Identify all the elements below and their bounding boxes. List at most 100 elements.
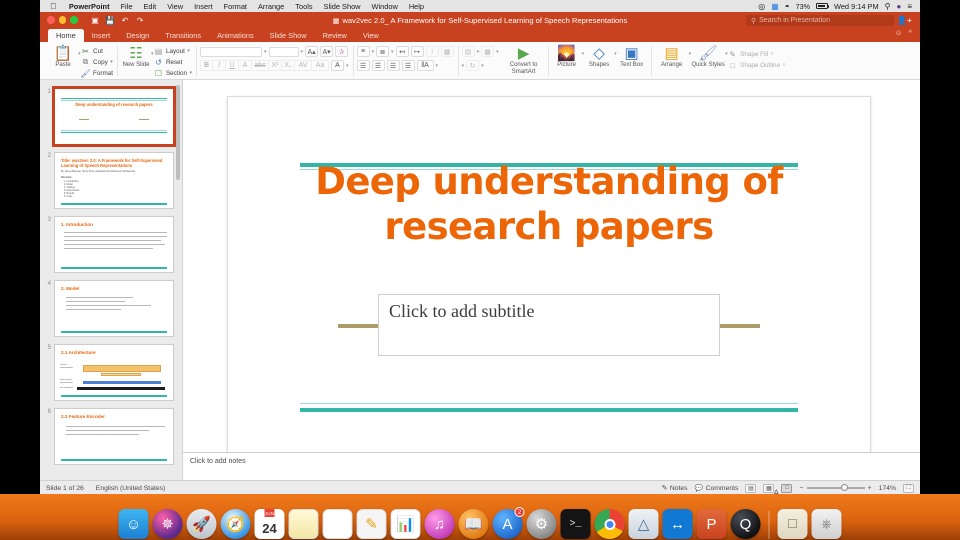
slide-thumbnail-panel[interactable]: 1 Deep understanding of research papers … — [40, 80, 183, 480]
menu-insert[interactable]: Insert — [189, 2, 218, 11]
align-center-button[interactable]: ☰ — [371, 60, 385, 71]
dock-item-ibooks[interactable]: 📖 — [458, 509, 489, 539]
dock-item-downloads-folder[interactable]: ☐ — [777, 509, 808, 539]
tab-review[interactable]: Review — [315, 29, 355, 42]
menu-file[interactable]: File — [115, 2, 138, 11]
airplay-icon[interactable]: ◎ — [758, 2, 765, 11]
font-name-chevron-down-icon[interactable]: ▾ — [264, 49, 267, 55]
justify-button[interactable]: ☰ — [401, 60, 415, 71]
tab-design[interactable]: Design — [118, 29, 157, 42]
line-spacing-button[interactable]: ↕ — [425, 46, 439, 57]
share-person-icon[interactable]: 👤+ — [896, 15, 912, 26]
spotlight-search-icon[interactable]: ⚲ — [885, 2, 891, 11]
dock-item-notes[interactable] — [288, 509, 319, 539]
zoom-track[interactable] — [806, 484, 865, 492]
dock-item-numbers[interactable]: 📊 — [390, 509, 421, 539]
dock-item-system-preferences[interactable]: ⚙ — [526, 509, 557, 539]
underline-button[interactable]: U — [226, 60, 240, 71]
align-text-button[interactable]: ▤ — [461, 46, 475, 57]
slide-title-placeholder[interactable]: Deep understanding of research papers — [268, 159, 830, 249]
thumbnail-canvas[interactable]: 1. Introduction — [54, 215, 174, 273]
decrease-indent-button[interactable]: ↤ — [395, 46, 409, 57]
dock-item-trash[interactable]: ⎈ — [811, 509, 842, 539]
siri-icon[interactable]: ● — [896, 2, 901, 11]
minimize-button[interactable] — [58, 16, 66, 24]
font-color-chevron-down-icon[interactable]: ▾ — [346, 63, 349, 69]
cut-button[interactable]: ✂ Cut — [81, 46, 113, 56]
shape-outline-button[interactable]: □ Shape Outline ▾ — [728, 60, 785, 70]
zoom-level-label[interactable]: 174% — [879, 485, 896, 492]
clear-formatting-icon[interactable]: ✰ — [335, 46, 349, 57]
grow-font-button[interactable]: A▴ — [305, 46, 319, 57]
normal-view-icon[interactable]: ▤ — [745, 483, 757, 493]
thumbnail-item-2[interactable]: 2 Title: wav2vec 2.0: A Framework for Se… — [40, 148, 182, 212]
layout-button[interactable]: ▤ Layout ▾ — [153, 46, 192, 56]
search-in-presentation-field[interactable]: ⚲ Search in Presentation — [746, 15, 894, 26]
font-size-chevron-down-icon[interactable]: ▾ — [301, 49, 304, 55]
menu-edit[interactable]: Edit — [138, 2, 162, 11]
tab-home[interactable]: Home — [48, 29, 84, 42]
format-painter-button[interactable]: 🖌 Format — [81, 68, 113, 78]
dock-item-powerpoint[interactable]: P — [696, 509, 727, 539]
notes-pane[interactable]: Click to add notes — [183, 452, 920, 480]
numbered-list-chevron-down-icon[interactable]: ▾ — [391, 49, 394, 55]
notes-toggle-button[interactable]: ✎ Notes — [662, 484, 688, 493]
dock-item-itunes[interactable]: ♫ — [424, 509, 455, 539]
rotate-chevron-down-icon[interactable]: ▾ — [481, 63, 484, 69]
font-color-button[interactable]: A — [331, 60, 345, 71]
reading-view-icon[interactable]: □ — [781, 483, 793, 493]
quick-styles-button[interactable]: 🖌 Quick Styles — [691, 44, 725, 69]
thumbnail-item-1[interactable]: 1 Deep understanding of research papers — [40, 84, 182, 148]
section-chevron-down-icon[interactable]: ▾ — [190, 70, 193, 76]
dock-item-teamviewer[interactable]: ↔ — [662, 509, 693, 539]
change-case-button[interactable]: Aa — [312, 60, 330, 71]
battery-icon[interactable] — [815, 3, 830, 9]
menu-arrange[interactable]: Arrange — [252, 2, 289, 11]
numbered-list-button[interactable]: ≣ — [376, 46, 390, 57]
layout-chevron-down-icon[interactable]: ▾ — [187, 48, 190, 54]
smartart-misc-chevron-icon[interactable]: ▾ — [462, 63, 465, 69]
menu-slide-show[interactable]: Slide Show — [318, 2, 366, 11]
dock-item-quicktime[interactable]: Q — [730, 509, 761, 539]
slide-sorter-icon[interactable]: ▦ — [763, 483, 775, 493]
displays-icon[interactable]: ▦ — [771, 2, 779, 11]
fit-to-window-icon[interactable]: ⛶ — [903, 483, 914, 493]
zoom-out-button[interactable]: − — [799, 485, 803, 492]
tab-insert[interactable]: Insert — [84, 29, 118, 42]
dock-item-reminders[interactable]: ☰ — [322, 509, 353, 539]
strikethrough-button[interactable]: abc — [252, 60, 270, 71]
section-button[interactable]: ☐ Section ▾ — [153, 68, 192, 78]
superscript-button[interactable]: X² — [269, 60, 283, 71]
align-right-button[interactable]: ☰ — [386, 60, 400, 71]
align-text-chevron-down-icon[interactable]: ▾ — [477, 49, 480, 55]
text-shadow-button[interactable]: A — [239, 60, 253, 71]
zoom-knob[interactable] — [840, 484, 848, 492]
wifi-icon[interactable]: ◓ — [785, 2, 790, 11]
tab-transitions[interactable]: Transitions — [157, 29, 209, 42]
increase-indent-button[interactable]: ↦ — [410, 46, 424, 57]
text-box-button[interactable]: ▣ Text Box — [617, 44, 647, 69]
bullet-list-chevron-down-icon[interactable]: ▾ — [372, 49, 375, 55]
bold-button[interactable]: B — [200, 60, 214, 71]
new-presentation-icon[interactable]: ▣ — [91, 16, 100, 25]
thumbnail-item-3[interactable]: 3 1. Introduction — [40, 212, 182, 276]
bullet-list-button[interactable]: ≡ — [356, 46, 370, 57]
dock-item-siri[interactable]: ✵ — [152, 509, 183, 539]
thumbnail-scrollbar[interactable] — [176, 85, 180, 180]
text-columns-chevron-down-icon[interactable]: ▾ — [496, 49, 499, 55]
thumbnail-item-5[interactable]: 5 2.1 Architecture Context representation… — [40, 340, 182, 404]
thumbnail-item-6[interactable]: 6 2.2 Feature Encoder — [40, 404, 182, 468]
arrange-button[interactable]: ▤ Arrange — [655, 44, 689, 69]
zoom-in-button[interactable]: + — [868, 485, 872, 492]
shape-outline-chevron-down-icon[interactable]: ▾ — [783, 62, 786, 68]
text-direction-button[interactable]: ‖A — [416, 60, 434, 71]
reset-button[interactable]: ↺ Reset — [153, 57, 192, 67]
tab-view[interactable]: View — [355, 29, 387, 42]
tab-animations[interactable]: Animations — [209, 29, 262, 42]
chevron-up-icon[interactable]: ^ — [908, 28, 912, 37]
copy-chevron-down-icon[interactable]: ▾ — [110, 59, 113, 65]
rotate-button[interactable]: ↻ — [466, 60, 480, 71]
maximize-button[interactable] — [70, 16, 78, 24]
language-indicator[interactable]: English (United States) — [96, 485, 166, 492]
thumbnail-canvas[interactable]: Title: wav2vec 2.0: A Framework for Self… — [54, 151, 174, 209]
